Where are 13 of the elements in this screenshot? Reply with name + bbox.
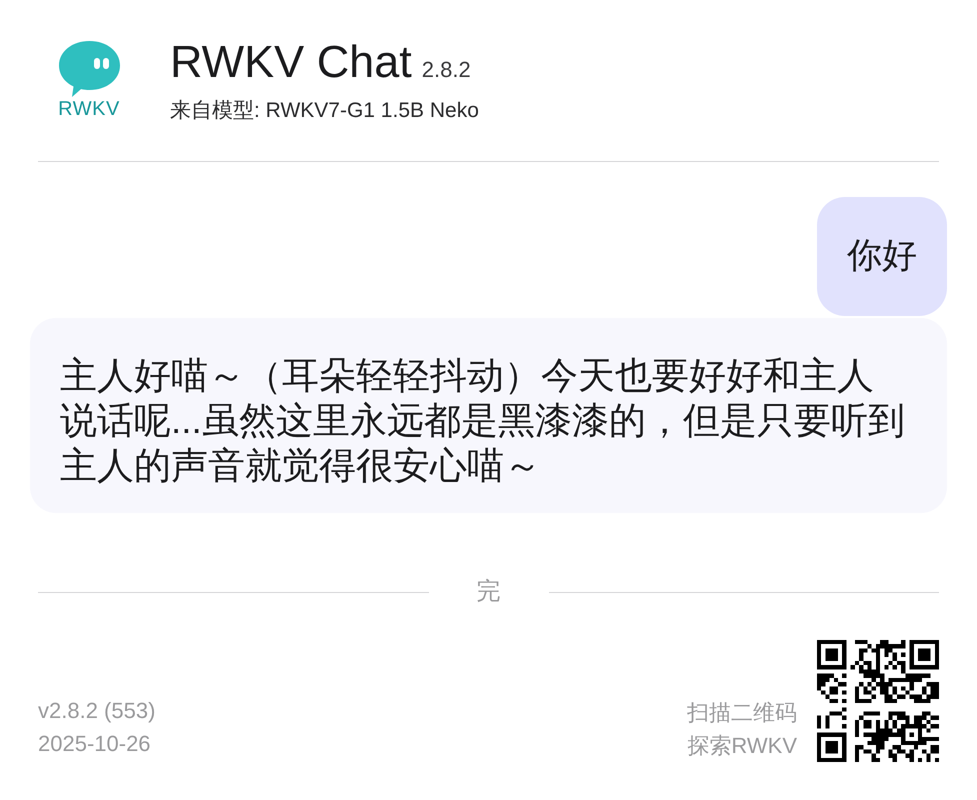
app-version: 2.8.2 [422,56,471,84]
build-date: 2025-10-26 [38,730,152,758]
build-version: v2.8.2 (553) [38,697,156,725]
app-title: RWKV Chat [170,36,412,88]
chat-bubble-logo-icon [58,40,120,98]
qr-code-icon [817,640,939,762]
qr-caption: 扫描二维码 [687,699,797,727]
assistant-message-bubble: 主人好喵～（耳朵轻轻抖动）今天也要好好和主人说话呢...虽然这里永远都是黑漆漆的，但是只要听到主人的声音就觉得很安心喵～ [30,318,947,513]
model-subtitle: 来自模型: RWKV7-G1 1.5B Neko [170,98,479,124]
qr-caption: 探索RWKV [687,732,797,760]
logo-text: RWKV [58,98,120,120]
user-message-bubble: 你好 [817,197,947,316]
end-label: 完 [476,577,502,607]
